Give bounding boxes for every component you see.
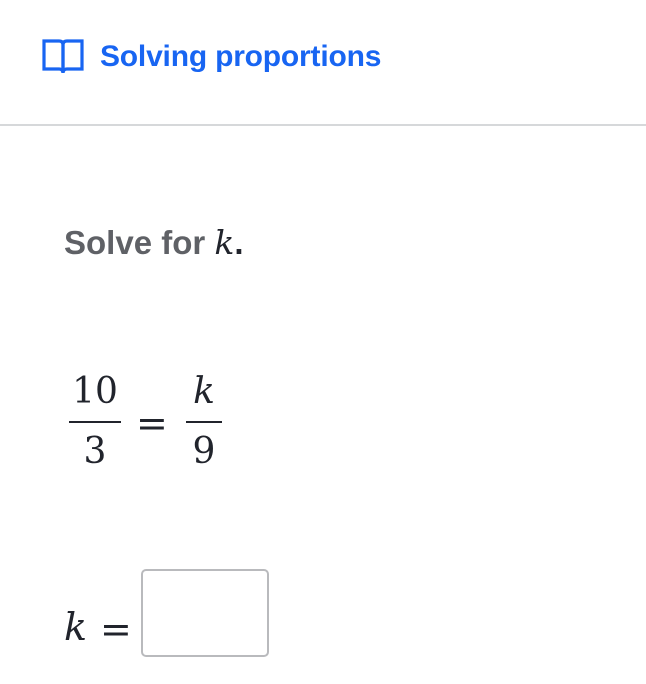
right-denominator: 9 (192, 431, 216, 472)
left-denominator: 3 (83, 431, 107, 472)
left-fraction-bar (69, 421, 121, 423)
header-bar: Solving proportions (0, 0, 646, 126)
equation-equals-sign: = (136, 401, 168, 445)
answer-equals-sign: = (100, 607, 132, 651)
answer-variable: k (64, 605, 88, 649)
lesson-title-link[interactable]: Solving proportions (42, 38, 381, 76)
prompt-period: . (234, 224, 244, 261)
left-fraction: 10 3 (69, 370, 121, 474)
question-prompt: Solve for k. (64, 226, 244, 259)
right-numerator: k (193, 371, 215, 412)
lesson-title: Solving proportions (100, 40, 382, 73)
book-open-icon (42, 38, 84, 76)
prompt-variable: k (214, 223, 235, 262)
right-fraction: k 9 (186, 370, 222, 474)
left-numerator: 10 (72, 371, 118, 412)
answer-input[interactable] (141, 569, 269, 657)
right-fraction-bar (186, 421, 222, 423)
prompt-text: Solve for (64, 224, 206, 261)
